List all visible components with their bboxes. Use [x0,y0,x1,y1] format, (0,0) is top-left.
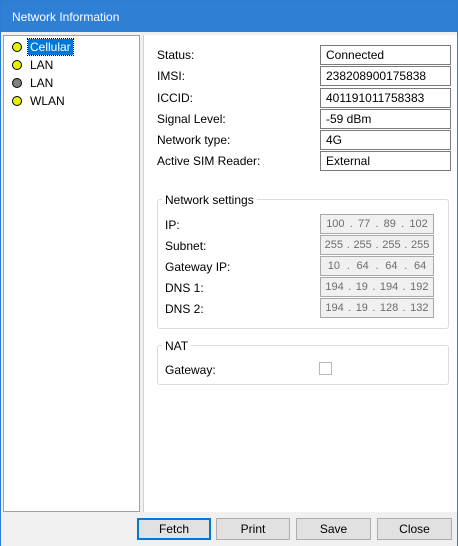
imsi-label: IMSI: [157,69,186,83]
network-type-label: Network type: [157,133,231,147]
nat-gateway-checkbox[interactable] [319,362,332,375]
dns2-label: DNS 2: [165,302,204,316]
ip-separator: . [402,302,406,314]
gateway-ip-field[interactable]: 10. 64. 64. 64 [320,256,434,276]
tree-item-label: WLAN [30,94,65,108]
nat-gateway-label: Gateway: [165,363,216,377]
ip-octet: 77 [357,218,371,230]
imsi-field[interactable]: 238208900175838 [320,66,451,86]
iccid-field[interactable]: 401191011758383 [320,88,451,108]
subnet-octet: 255 [410,239,430,251]
iccid-label: ICCID: [157,91,193,105]
status-dot-icon [12,96,22,106]
tree-item-lan-2[interactable]: LAN [10,75,135,91]
ip-separator: . [404,260,408,272]
gateway-octet: 64 [356,260,369,272]
gateway-octet: 64 [385,260,398,272]
network-type-field[interactable]: 4G [320,130,451,150]
tree-item-lan-1[interactable]: LAN [10,57,135,73]
ip-separator: . [402,281,406,293]
tree-item-label: LAN [30,58,54,72]
dns1-octet: 194 [379,281,399,293]
status-dot-icon [12,42,22,52]
subnet-octet: 255 [382,239,401,251]
print-button[interactable]: Print [216,518,290,540]
tree-item-label: Cellular [27,38,74,56]
ip-separator: . [375,260,379,272]
nat-title: NAT [162,339,192,353]
ip-octet: 89 [383,218,396,230]
signal-level-label: Signal Level: [157,112,226,126]
window-title: Network Information [12,10,120,24]
close-button[interactable]: Close [377,518,452,540]
ip-separator: . [375,218,379,230]
status-field[interactable]: Connected [320,45,451,65]
ip-label: IP: [165,218,180,232]
dns1-octet: 19 [355,281,368,293]
fetch-button[interactable]: Fetch [137,518,211,540]
network-information-window: Network Information Cellular LAN LAN WLA… [0,0,458,546]
sim-reader-field[interactable]: External [320,151,451,171]
ip-separator: . [346,260,350,272]
signal-level-field[interactable]: -59 dBm [320,109,451,129]
dns2-octet: 194 [325,302,344,314]
ip-octet: 102 [409,218,428,230]
tree-item-cellular[interactable]: Cellular [10,38,135,56]
subnet-octet: 255 [324,239,344,251]
dns2-octet: 19 [355,302,368,314]
subnet-octet: 255 [353,239,372,251]
status-dot-icon [12,60,22,70]
dns2-octet: 128 [379,302,399,314]
title-bar[interactable]: Network Information [1,1,457,32]
dns1-octet: 192 [410,281,429,293]
ip-separator: . [375,239,379,251]
status-label: Status: [157,48,195,62]
ip-separator: . [401,218,405,230]
ip-separator: . [349,218,353,230]
sim-reader-label: Active SIM Reader: [157,154,261,168]
dns2-octet: 132 [410,302,429,314]
ip-separator: . [348,281,352,293]
ip-separator: . [348,302,352,314]
ip-separator: . [372,302,376,314]
interface-tree[interactable]: Cellular LAN LAN WLAN [3,35,140,512]
dns1-label: DNS 1: [165,281,204,295]
gateway-octet: 10 [327,260,340,272]
ip-address-field[interactable]: 100. 77. 89. 102 [320,214,434,234]
tree-item-wlan[interactable]: WLAN [10,93,135,109]
ip-separator: . [346,239,350,251]
subnet-label: Subnet: [165,239,207,253]
gateway-ip-label: Gateway IP: [165,260,231,274]
status-dot-icon [12,78,22,88]
ip-separator: . [404,239,408,251]
dns1-octet: 194 [325,281,344,293]
save-button[interactable]: Save [296,518,371,540]
dns2-field[interactable]: 194. 19. 128. 132 [320,298,434,318]
ip-separator: . [372,281,376,293]
network-settings-title: Network settings [162,193,257,207]
tree-item-label: LAN [30,76,54,90]
gateway-octet: 64 [413,260,427,272]
ip-octet: 100 [326,218,345,230]
dns1-field[interactable]: 194. 19. 194. 192 [320,277,434,297]
subnet-field[interactable]: 255. 255. 255. 255 [320,235,434,255]
